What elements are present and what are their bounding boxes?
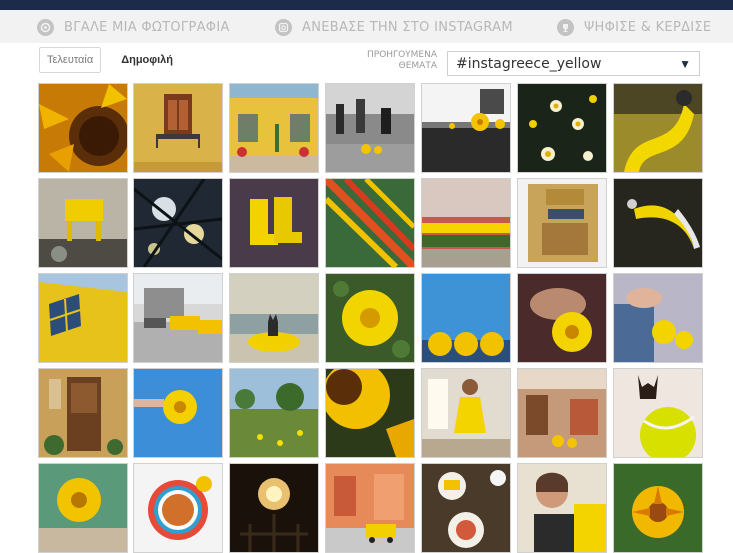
photo-tile-tea-cup-palette[interactable] [133, 463, 223, 553]
take-photo-label: ΒΓΑΛΕ ΜΙΑ ΦΩΤΟΓΡΑΦΙΑ [64, 19, 230, 35]
instagram-icon [275, 18, 292, 36]
photo-tile-dog-tennis-ball[interactable] [613, 368, 703, 458]
action-navbar: ΒΓΑΛΕ ΜΙΑ ΦΩΤΟΓΡΑΦΙΑ ΑΝΕΒΑΣΕ ΤΗΝ ΣΤΟ INS… [0, 10, 733, 43]
photo-tile-food-table[interactable] [421, 463, 511, 553]
upload-instagram-link[interactable]: ΑΝΕΒΑΣΕ ΤΗΝ ΣΤΟ INSTAGRAM [275, 16, 513, 38]
photo-tile-yellow-daisy[interactable] [325, 273, 415, 363]
photo-tile-banana[interactable] [613, 178, 703, 268]
photo-tile-child-yellow-dress[interactable] [421, 368, 511, 458]
photo-tile-yellow-house-plants[interactable] [229, 83, 319, 173]
photo-tile-yellow-house-balcony[interactable] [133, 83, 223, 173]
photo-tile-tree-branches-sky[interactable] [133, 178, 223, 268]
photo-tile-yellow-flower-hand[interactable] [613, 273, 703, 363]
photo-tile-smiling-woman[interactable] [517, 463, 607, 553]
photo-tile-yellow-sculpture[interactable] [613, 83, 703, 173]
topic-select-value: #instagreece_yellow [456, 55, 602, 72]
photo-tile-yellow-boots[interactable] [229, 178, 319, 268]
photo-tile-yellow-gerbera[interactable] [38, 463, 128, 553]
tab-latest[interactable]: Τελευταία [39, 47, 102, 73]
photo-tile-yellow-railing[interactable] [325, 178, 415, 268]
photo-tile-yellow-daisies[interactable] [517, 83, 607, 173]
photo-tile-field-flowers[interactable] [229, 368, 319, 458]
camera-shutter-icon [37, 18, 54, 36]
photo-tile-sunflower-closeup[interactable] [38, 83, 128, 173]
photo-tile-market-street[interactable] [517, 368, 607, 458]
previous-topics-label: ΠΡΟΗΓΟΥΜΕΝΑ ΘΕΜΑΤΑ [345, 50, 437, 72]
photo-tile-tram-flowers[interactable] [421, 83, 511, 173]
photo-tile-yellow-gazania[interactable] [613, 463, 703, 553]
photo-tile-daisy-hand[interactable] [517, 273, 607, 363]
upload-instagram-label: ΑΝΕΒΑΣΕ ΤΗΝ ΣΤΟ INSTAGRAM [302, 19, 513, 35]
photo-tile-yellow-chair[interactable] [38, 178, 128, 268]
photo-tile-gold-statue[interactable] [517, 178, 607, 268]
photo-tile-street-flower-market[interactable] [325, 83, 415, 173]
dropdown-arrow-icon[interactable]: ▼ [679, 57, 691, 71]
photo-tile-yellow-wall-window[interactable] [38, 273, 128, 363]
photo-tile-flower-blue-sky[interactable] [133, 368, 223, 458]
photo-tile-taxi-street[interactable] [133, 273, 223, 363]
sort-tabs: Τελευταία Δημοφιλή [39, 47, 181, 73]
photo-tile-yellow-bench[interactable] [421, 178, 511, 268]
photo-tile-cat-yellow-buoy[interactable] [229, 273, 319, 363]
photo-tile-night-sign[interactable] [229, 463, 319, 553]
previous-topics-line1: ΠΡΟΗΓΟΥΜΕΝΑ [367, 50, 437, 60]
take-photo-link[interactable]: ΒΓΑΛΕ ΜΙΑ ΦΩΤΟΓΡΑΦΙΑ [37, 16, 230, 38]
photo-tile-sunflower[interactable] [325, 368, 415, 458]
photo-tile-lemons-sky[interactable] [421, 273, 511, 363]
tab-popular[interactable]: Δημοφιλή [113, 47, 181, 73]
vote-win-link[interactable]: ΨΗΦΙΣΕ & ΚΕΡΔΙΣΕ [557, 16, 711, 38]
vote-win-label: ΨΗΦΙΣΕ & ΚΕΡΔΙΣΕ [584, 19, 712, 35]
photo-tile-yellow-door[interactable] [38, 368, 128, 458]
top-header-strip [0, 0, 733, 10]
previous-topics-line2: ΘΕΜΑΤΑ [398, 61, 437, 71]
topic-select[interactable]: #instagreece_yellow ▼ [447, 51, 700, 76]
trophy-icon [557, 18, 574, 36]
photo-tile-yellow-car-street[interactable] [325, 463, 415, 553]
